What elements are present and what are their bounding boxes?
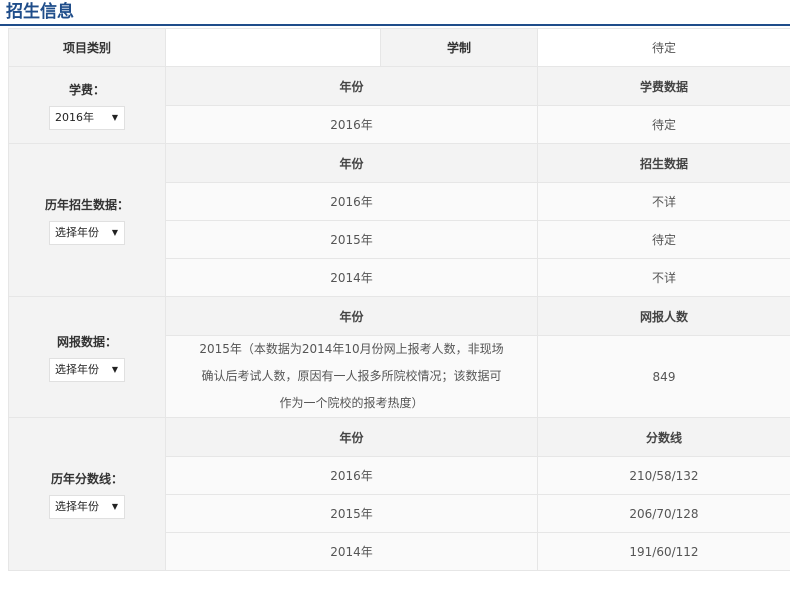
enrollment-label-cell: 历年招生数据： 选择年份 ▼ [8,143,166,297]
admission-info-table: 项目类别 学制 待定 学费： 2016年 ▼ 年份 学费数据 2016年 待定 历… [8,28,790,571]
online-year-select[interactable]: 选择年份 ▼ [49,357,125,382]
dropdown-arrow-icon: ▼ [111,112,118,122]
tuition-year-select[interactable]: 2016年 ▼ [49,105,125,130]
scores-value-cell: 206/70/128 [537,494,790,533]
scores-value-cell: 191/60/112 [537,532,790,571]
scores-value-cell: 210/58/132 [537,456,790,495]
tuition-value-cell: 待定 [537,105,790,144]
enrollment-col-data: 招生数据 [537,143,790,183]
scores-header-row: 历年分数线： 选择年份 ▼ 年份 分数线 [8,417,790,571]
online-label-cell: 网报数据： 选择年份 ▼ [8,296,166,418]
scores-col-year: 年份 [165,417,538,457]
dropdown-arrow-icon: ▼ [111,501,118,511]
enrollment-year-cell: 2016年 [165,182,538,221]
enrollment-value-cell: 待定 [537,220,790,259]
dropdown-arrow-icon: ▼ [111,227,118,237]
enrollment-value-cell: 不详 [537,258,790,297]
scores-year-cell: 2016年 [165,456,538,495]
tuition-col-data: 学费数据 [537,66,790,106]
online-col-data: 网报人数 [537,296,790,336]
scores-year-cell: 2015年 [165,494,538,533]
online-note-line: 确认后考试人数，原因有一人报多所院校情况；该数据可 [201,369,502,383]
page-title: 招生信息 [6,2,74,22]
section-header: 招生信息 [0,0,790,26]
enrollment-year-select[interactable]: 选择年份 ▼ [49,220,125,245]
enrollment-value-cell: 不详 [537,182,790,221]
online-header-row: 网报数据： 选择年份 ▼ 年份 网报人数 [8,296,790,418]
online-note-line: 作为一个院校的报考热度） [279,396,424,410]
online-label: 网报数据： [56,334,117,349]
tuition-col-year: 年份 [165,66,538,106]
scores-label: 历年分数线： [50,471,123,486]
tuition-year-select-value: 2016年 [55,110,94,124]
enrollment-year-cell: 2014年 [165,258,538,297]
tuition-label: 学费： [68,82,105,97]
enrollment-label: 历年招生数据： [44,197,129,212]
project-type-row: 项目类别 学制 待定 [8,28,790,67]
scores-year-select[interactable]: 选择年份 ▼ [49,494,125,519]
project-type-value [165,28,381,67]
online-value-cell: 849 [537,335,790,418]
scores-year-select-value: 选择年份 [55,499,99,513]
tuition-year-cell: 2016年 [165,105,538,144]
enrollment-col-year: 年份 [165,143,538,183]
enrollment-year-select-value: 选择年份 [55,225,99,239]
online-col-year: 年份 [165,296,538,336]
enrollment-header-row: 历年招生数据： 选择年份 ▼ 年份 招生数据 [8,143,790,297]
tuition-label-cell: 学费： 2016年 ▼ [8,66,166,144]
scores-year-cell: 2014年 [165,532,538,571]
program-length-label: 学制 [380,28,538,67]
program-length-value: 待定 [537,28,790,67]
online-year-select-value: 选择年份 [55,362,99,376]
enrollment-year-cell: 2015年 [165,220,538,259]
tuition-header-row: 学费： 2016年 ▼ 年份 学费数据 [8,66,790,144]
scores-col-data: 分数线 [537,417,790,457]
scores-label-cell: 历年分数线： 选择年份 ▼ [8,417,166,571]
online-note-line: 2015年（本数据为2014年10月份网上报考人数，非现场 [199,342,504,356]
project-type-label: 项目类别 [8,28,166,67]
online-year-note: 2015年（本数据为2014年10月份网上报考人数，非现场 确认后考试人数，原因… [165,335,538,418]
dropdown-arrow-icon: ▼ [111,364,118,374]
